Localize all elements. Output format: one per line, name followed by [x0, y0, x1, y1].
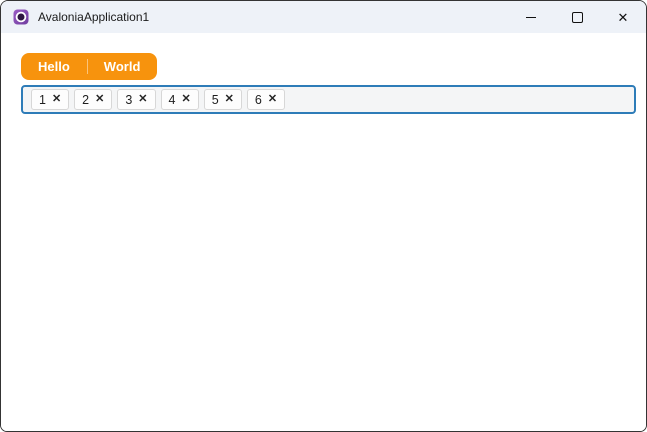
tab-hello-label: Hello — [38, 59, 70, 74]
caption-buttons: ✕ — [508, 1, 646, 33]
chip-5-label: 5 — [211, 92, 219, 107]
minimize-button[interactable] — [508, 1, 554, 33]
chip-5-remove-icon[interactable]: ✕ — [225, 94, 234, 105]
chip-2[interactable]: 2 ✕ — [74, 89, 113, 110]
tab-world[interactable]: World — [86, 53, 158, 80]
app-window: AvaloniaApplication1 ✕ Hello World 1 ✕ 2… — [0, 0, 647, 432]
chip-1-remove-icon[interactable]: ✕ — [52, 94, 61, 105]
chip-2-label: 2 — [82, 92, 90, 107]
chip-6-remove-icon[interactable]: ✕ — [268, 94, 277, 105]
chip-6[interactable]: 6 ✕ — [246, 89, 286, 110]
chip-3-label: 3 — [125, 92, 133, 107]
tab-hello[interactable]: Hello — [21, 53, 87, 80]
chip-2-remove-icon[interactable]: ✕ — [95, 94, 104, 105]
chip-5[interactable]: 5 ✕ — [203, 89, 242, 110]
tab-world-label: World — [103, 59, 141, 74]
chip-3[interactable]: 3 ✕ — [117, 89, 156, 110]
chip-4-remove-icon[interactable]: ✕ — [181, 94, 190, 105]
titlebar: AvaloniaApplication1 ✕ — [1, 1, 646, 33]
window-content: Hello World 1 ✕ 2 ✕ 3 ✕ 4 ✕ 5 ✕ 6 ✕ — [1, 33, 646, 431]
tag-input[interactable]: 1 ✕ 2 ✕ 3 ✕ 4 ✕ 5 ✕ 6 ✕ — [21, 85, 636, 114]
chip-3-remove-icon[interactable]: ✕ — [138, 94, 147, 105]
tab-strip: Hello World — [21, 53, 158, 80]
avalonia-logo-icon — [13, 9, 29, 25]
chip-1-label: 1 — [39, 92, 46, 107]
maximize-icon — [571, 11, 583, 23]
window-title: AvaloniaApplication1 — [38, 10, 150, 24]
chip-1[interactable]: 1 ✕ — [31, 89, 70, 110]
close-button[interactable]: ✕ — [600, 1, 646, 33]
chip-4[interactable]: 4 ✕ — [160, 89, 199, 110]
minimize-icon — [526, 16, 536, 18]
chip-6-label: 6 — [254, 92, 262, 107]
chip-4-label: 4 — [168, 92, 176, 107]
maximize-button[interactable] — [554, 1, 600, 33]
close-icon: ✕ — [617, 9, 629, 25]
